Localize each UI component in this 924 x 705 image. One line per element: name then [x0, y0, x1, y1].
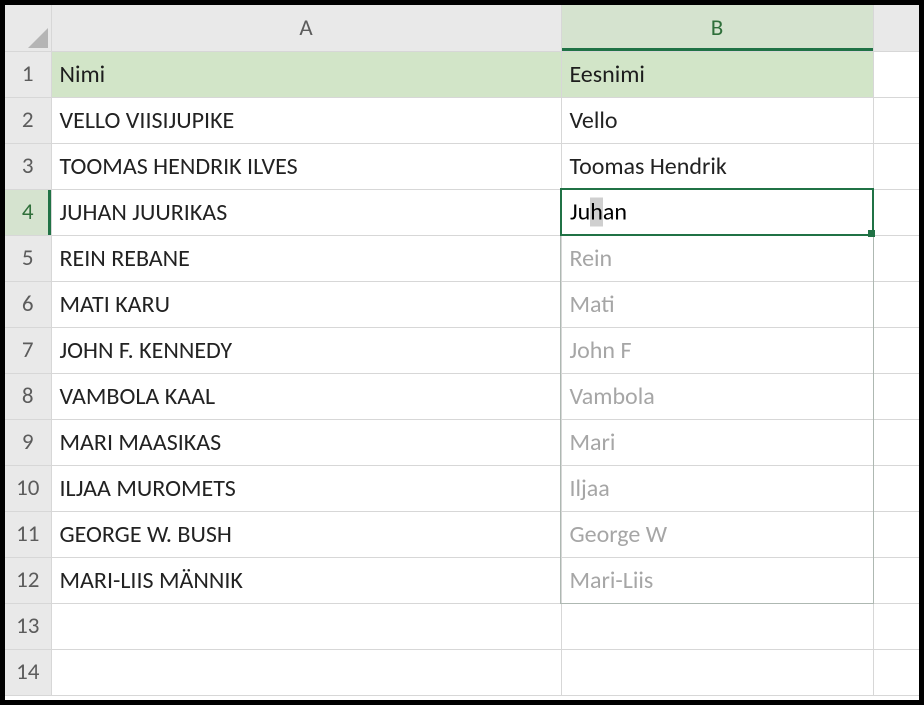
- cell-C5[interactable]: [873, 235, 919, 281]
- table-row: 3TOOMAS HENDRIK ILVESToomas Hendrik: [5, 143, 919, 189]
- table-row: 14: [5, 649, 919, 695]
- row-header-10[interactable]: 10: [5, 465, 51, 511]
- cell-B14[interactable]: [561, 649, 873, 695]
- cell-C9[interactable]: [873, 419, 919, 465]
- cell-B13[interactable]: [561, 603, 873, 649]
- column-header-B[interactable]: B: [561, 5, 873, 51]
- row-header-14[interactable]: 14: [5, 649, 51, 695]
- row-header-8[interactable]: 8: [5, 373, 51, 419]
- cell-C1[interactable]: [873, 51, 919, 97]
- row-header-12[interactable]: 12: [5, 557, 51, 603]
- cell-C6[interactable]: [873, 281, 919, 327]
- cell-A6[interactable]: MATI KARU: [51, 281, 561, 327]
- cell-C4[interactable]: [873, 189, 919, 235]
- cell-A12[interactable]: MARI-LIIS MÄNNIK: [51, 557, 561, 603]
- table-row: 13: [5, 603, 919, 649]
- worksheet-grid[interactable]: AB1NimiEesnimi2VELLO VIISIJUPIKEVello3TO…: [5, 5, 919, 696]
- row-header-11[interactable]: 11: [5, 511, 51, 557]
- table-row: 10ILJAA MUROMETSIljaa: [5, 465, 919, 511]
- spreadsheet-viewport: AB1NimiEesnimi2VELLO VIISIJUPIKEVello3TO…: [5, 5, 919, 700]
- cell-B8[interactable]: Vambola: [561, 373, 873, 419]
- table-row: 6MATI KARUMati: [5, 281, 919, 327]
- cell-B7[interactable]: John F: [561, 327, 873, 373]
- cell-A2[interactable]: VELLO VIISIJUPIKE: [51, 97, 561, 143]
- cell-B5[interactable]: Rein: [561, 235, 873, 281]
- cell-B11[interactable]: George W: [561, 511, 873, 557]
- column-header-A[interactable]: A: [51, 5, 561, 51]
- cell-C14[interactable]: [873, 649, 919, 695]
- cell-B2[interactable]: Vello: [561, 97, 873, 143]
- cell-B10[interactable]: Iljaa: [561, 465, 873, 511]
- cell-B6[interactable]: Mati: [561, 281, 873, 327]
- table-row: 1NimiEesnimi: [5, 51, 919, 97]
- cell-C10[interactable]: [873, 465, 919, 511]
- select-all-corner[interactable]: [5, 5, 51, 51]
- cell-A8[interactable]: VAMBOLA KAAL: [51, 373, 561, 419]
- table-row: 2VELLO VIISIJUPIKEVello: [5, 97, 919, 143]
- row-header-9[interactable]: 9: [5, 419, 51, 465]
- cell-A9[interactable]: MARI MAASIKAS: [51, 419, 561, 465]
- cell-A7[interactable]: JOHN F. KENNEDY: [51, 327, 561, 373]
- cell-A3[interactable]: TOOMAS HENDRIK ILVES: [51, 143, 561, 189]
- table-row: 12MARI-LIIS MÄNNIKMari-Liis: [5, 557, 919, 603]
- cell-C12[interactable]: [873, 557, 919, 603]
- cell-C13[interactable]: [873, 603, 919, 649]
- cell-B9[interactable]: Mari: [561, 419, 873, 465]
- cell-B12[interactable]: Mari-Liis: [561, 557, 873, 603]
- cell-C11[interactable]: [873, 511, 919, 557]
- table-row: 5REIN REBANERein: [5, 235, 919, 281]
- cell-C7[interactable]: [873, 327, 919, 373]
- table-row: 8VAMBOLA KAALVambola: [5, 373, 919, 419]
- table-row: 4JUHAN JUURIKAS: [5, 189, 919, 235]
- table-row: 7JOHN F. KENNEDYJohn F: [5, 327, 919, 373]
- cell-C2[interactable]: [873, 97, 919, 143]
- cell-A1[interactable]: Nimi: [51, 51, 561, 97]
- cell-B4[interactable]: [561, 189, 873, 235]
- cell-C8[interactable]: [873, 373, 919, 419]
- cell-A14[interactable]: [51, 649, 561, 695]
- row-header-3[interactable]: 3: [5, 143, 51, 189]
- cell-A13[interactable]: [51, 603, 561, 649]
- row-header-7[interactable]: 7: [5, 327, 51, 373]
- row-header-4[interactable]: 4: [5, 189, 51, 235]
- row-header-13[interactable]: 13: [5, 603, 51, 649]
- select-all-triangle-icon: [28, 28, 48, 48]
- row-header-6[interactable]: 6: [5, 281, 51, 327]
- table-row: 9MARI MAASIKASMari: [5, 419, 919, 465]
- cell-B3[interactable]: Toomas Hendrik: [561, 143, 873, 189]
- column-header-extra[interactable]: [873, 5, 919, 51]
- cell-B1[interactable]: Eesnimi: [561, 51, 873, 97]
- cell-A5[interactable]: REIN REBANE: [51, 235, 561, 281]
- cell-A11[interactable]: GEORGE W. BUSH: [51, 511, 561, 557]
- cell-C3[interactable]: [873, 143, 919, 189]
- table-row: 11GEORGE W. BUSHGeorge W: [5, 511, 919, 557]
- cell-A4[interactable]: JUHAN JUURIKAS: [51, 189, 561, 235]
- cell-A10[interactable]: ILJAA MUROMETS: [51, 465, 561, 511]
- row-header-5[interactable]: 5: [5, 235, 51, 281]
- row-header-1[interactable]: 1: [5, 51, 51, 97]
- row-header-2[interactable]: 2: [5, 97, 51, 143]
